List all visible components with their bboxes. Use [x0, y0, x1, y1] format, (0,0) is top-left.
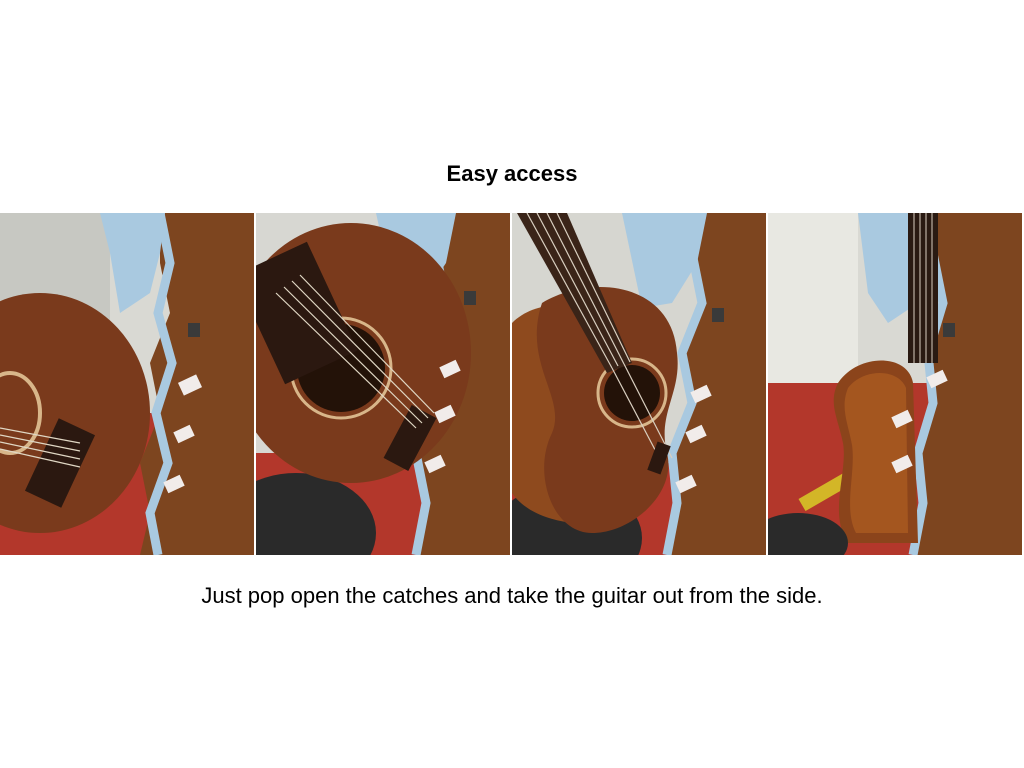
photo-guitar-side-profile — [768, 213, 1022, 555]
photo-guitar-soundhole — [256, 213, 510, 555]
slide-title: Easy access — [446, 161, 578, 186]
slide: Easy access Just pop open the catches an… — [0, 0, 1024, 768]
photo-strip — [0, 213, 1024, 555]
slide-caption: Just pop open the catches and take the g… — [201, 583, 823, 608]
photo-guitar-lifting-out — [512, 213, 766, 555]
photo-guitar-in-case-1 — [0, 213, 254, 555]
